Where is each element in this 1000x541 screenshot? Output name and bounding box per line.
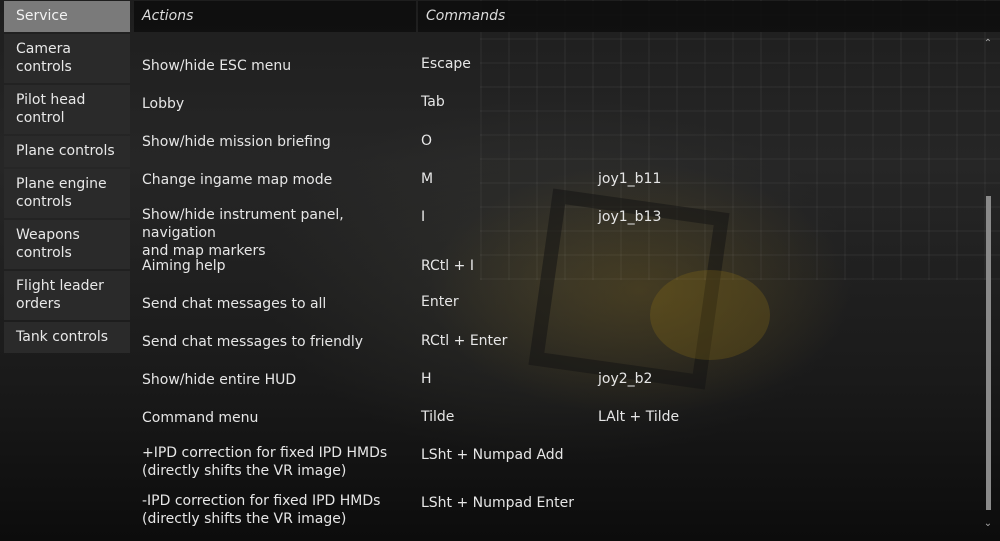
actions-column-header: Actions	[134, 1, 416, 32]
action-label-line2: (directly shifts the VR image)	[142, 463, 347, 479]
primary-command[interactable]: O	[421, 132, 432, 150]
background-aircraft-marking	[650, 270, 770, 360]
sidebar-item-weapons-controls[interactable]: Weapons controls	[4, 220, 130, 269]
secondary-command[interactable]: joy1_b11	[598, 170, 661, 188]
sidebar-item-plane-controls[interactable]: Plane controls	[4, 136, 130, 167]
action-label: Show/hide entire HUD	[142, 372, 297, 388]
secondary-command[interactable]: joy2_b2	[598, 370, 652, 388]
action-label: Show/hide ESC menu	[142, 58, 292, 74]
primary-command[interactable]: Enter	[421, 293, 459, 311]
scrollbar-thumb[interactable]	[986, 196, 991, 510]
action-label: Command menu	[142, 410, 259, 426]
action-label-line1: -IPD correction for fixed IPD HMDs	[142, 493, 381, 509]
primary-command[interactable]: Tab	[421, 93, 445, 111]
sidebar-item-label-line2: control	[16, 110, 65, 126]
sidebar-item-label: Weapons	[16, 227, 80, 243]
action-label-line1: Show/hide instrument panel, navigation	[142, 207, 344, 241]
sidebar-item-plane-engine-controls[interactable]: Plane engine controls	[4, 169, 130, 218]
sidebar-item-tank-controls[interactable]: Tank controls	[4, 322, 130, 353]
sidebar-item-label-line2: controls	[16, 245, 72, 261]
sidebar-item-camera-controls[interactable]: Camera controls	[4, 34, 130, 83]
sidebar-item-label: Plane controls	[16, 143, 115, 159]
action-label: Send chat messages to all	[142, 296, 327, 312]
sidebar-item-flight-leader-orders[interactable]: Flight leader orders	[4, 271, 130, 320]
action-label: Show/hide instrument panel, navigation a…	[142, 206, 412, 260]
sidebar-item-label: Service	[16, 8, 68, 24]
sidebar-item-service[interactable]: Service	[4, 1, 130, 32]
sidebar-item-label-line2: controls	[16, 194, 72, 210]
category-sidebar: Service Camera controls Pilot head contr…	[4, 1, 130, 355]
primary-command[interactable]: Escape	[421, 55, 471, 73]
action-label: -IPD correction for fixed IPD HMDs (dire…	[142, 492, 412, 528]
action-label: Change ingame map mode	[142, 172, 333, 188]
primary-command[interactable]: H	[421, 370, 432, 388]
action-label-line2: (directly shifts the VR image)	[142, 511, 347, 527]
primary-command[interactable]: Tilde	[421, 408, 454, 426]
sidebar-item-label: Camera controls	[16, 41, 72, 75]
primary-command[interactable]: RCtl + I	[421, 257, 474, 275]
commands-column-header: Commands	[418, 1, 1000, 32]
sidebar-item-label: Pilot head	[16, 92, 86, 108]
secondary-command[interactable]: LAlt + Tilde	[598, 408, 679, 426]
primary-command[interactable]: LSht + Numpad Add	[421, 446, 564, 464]
primary-command[interactable]: RCtl + Enter	[421, 332, 507, 350]
sidebar-item-label-line2: orders	[16, 296, 61, 312]
action-label: Show/hide mission briefing	[142, 134, 331, 150]
action-label: Send chat messages to friendly	[142, 334, 364, 350]
sidebar-item-label: Plane engine	[16, 176, 107, 192]
action-label: Aiming help	[142, 258, 226, 274]
sidebar-item-label: Flight leader	[16, 278, 104, 294]
secondary-command[interactable]: joy1_b13	[598, 208, 661, 226]
action-label: Lobby	[142, 96, 185, 112]
scroll-down-chevron-icon[interactable]: ⌄	[983, 518, 993, 529]
action-label-line1: +IPD correction for fixed IPD HMDs	[142, 445, 388, 461]
action-label: +IPD correction for fixed IPD HMDs (dire…	[142, 444, 412, 480]
primary-command[interactable]: LSht + Numpad Enter	[421, 494, 574, 512]
scroll-up-chevron-icon[interactable]: ⌃	[983, 38, 993, 49]
primary-command[interactable]: M	[421, 170, 433, 188]
primary-command[interactable]: I	[421, 208, 425, 226]
sidebar-item-label: Tank controls	[16, 329, 109, 345]
sidebar-item-pilot-head-control[interactable]: Pilot head control	[4, 85, 130, 134]
